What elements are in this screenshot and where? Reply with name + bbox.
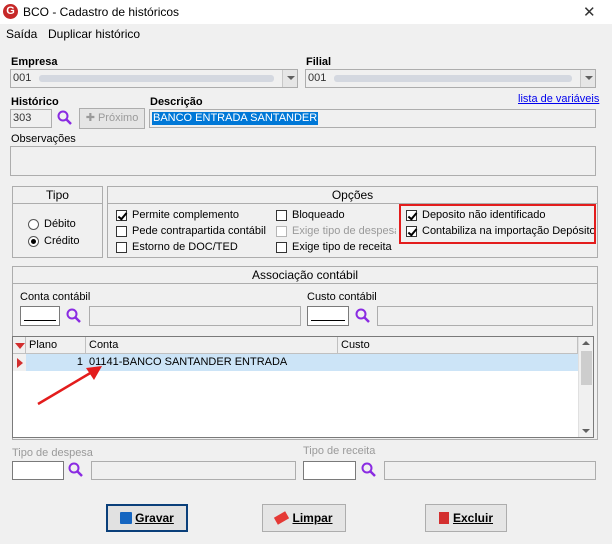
proximo-button[interactable]: ✚ Próximo — [79, 108, 145, 129]
col-custo[interactable]: Custo — [338, 337, 578, 354]
descricao-input[interactable]: BANCO ENTRADA SANTANDER — [149, 109, 596, 128]
descricao-value: BANCO ENTRADA SANTANDER — [152, 112, 319, 125]
custo-contabil-input[interactable] — [307, 306, 349, 326]
opcoes-title: Opções — [108, 187, 597, 204]
cell-conta: 01141-BANCO SANTANDER ENTRADA — [89, 356, 288, 368]
observacoes-label: Observações — [11, 133, 76, 145]
col-conta[interactable]: Conta — [86, 337, 338, 354]
filial-label: Filial — [306, 56, 332, 68]
menu-duplicar[interactable]: Duplicar histórico — [48, 27, 140, 41]
proximo-label: Próximo — [97, 112, 139, 124]
chevron-down-icon[interactable] — [282, 70, 297, 87]
tipo-receita-input[interactable] — [303, 461, 356, 480]
limpar-button[interactable]: Limpar — [262, 504, 346, 532]
checkbox-bloqueado[interactable] — [276, 210, 287, 221]
checkbox-pede-contrapartida[interactable] — [116, 226, 127, 237]
empresa-select[interactable]: 001 — [10, 69, 298, 88]
radio-credito[interactable] — [28, 236, 39, 247]
redacted-text — [334, 75, 572, 82]
row-pointer-icon — [13, 354, 26, 371]
conta-contabil-input[interactable] — [20, 306, 60, 326]
grid-header: Plano Conta Custo — [13, 337, 578, 354]
grid-scrollbar[interactable] — [578, 337, 593, 437]
window-title: BCO - Cadastro de históricos — [23, 5, 180, 19]
gravar-label: Gravar — [135, 511, 174, 525]
excluir-label: Excluir — [452, 511, 494, 525]
custo-contabil-desc — [377, 306, 593, 326]
historico-input[interactable]: 303 — [10, 109, 52, 128]
tipo-title: Tipo — [13, 187, 102, 204]
scroll-down-icon[interactable] — [582, 429, 590, 433]
plus-icon: ✚ — [85, 112, 98, 124]
checkbox-exige-tipo-receita[interactable] — [276, 242, 287, 253]
radio-debito[interactable] — [28, 219, 39, 230]
highlight-box — [399, 204, 596, 244]
custo-contabil-label: Custo contábil — [307, 291, 377, 303]
associacao-title: Associação contábil — [13, 267, 597, 284]
eraser-icon — [274, 511, 290, 525]
gravar-button[interactable]: Gravar — [106, 504, 188, 532]
filial-value: 001 — [308, 72, 327, 84]
empresa-value: 001 — [13, 72, 32, 84]
limpar-label: Limpar — [292, 511, 333, 525]
conta-contabil-desc — [89, 306, 301, 326]
checkbox-permite-complemento[interactable] — [116, 210, 127, 221]
conta-contabil-label: Conta contábil — [20, 291, 91, 303]
trash-icon — [438, 512, 449, 524]
search-icon[interactable] — [57, 110, 73, 126]
radio-credito-label: Crédito — [44, 235, 80, 247]
cell-custo — [338, 354, 578, 371]
empresa-label: Empresa — [11, 56, 58, 68]
historico-label: Histórico — [11, 96, 59, 108]
checkbox-exige-tipo-despesa[interactable] — [276, 226, 287, 237]
checkbox-bloqueado-label: Bloqueado — [292, 209, 345, 221]
lista-variaveis-link[interactable]: lista de variáveis — [518, 93, 599, 105]
scroll-up-icon[interactable] — [582, 341, 590, 345]
search-icon[interactable] — [66, 308, 82, 324]
checkbox-estorno-doc-ted-label: Estorno de DOC/TED — [132, 241, 238, 253]
filial-select[interactable]: 001 — [305, 69, 596, 88]
redacted-text — [39, 75, 274, 82]
menu-saida[interactable]: Saída — [6, 27, 37, 41]
col-plano[interactable]: Plano — [26, 337, 86, 354]
historico-value: 303 — [13, 112, 32, 124]
checkbox-permite-complemento-label: Permite complemento — [132, 209, 239, 221]
tipo-receita-label: Tipo de receita — [303, 445, 376, 457]
sort-icon[interactable] — [13, 337, 26, 354]
checkbox-exige-tipo-receita-label: Exige tipo de receita — [292, 241, 392, 253]
tipo-receita-desc — [384, 461, 596, 480]
annotation-arrow-icon — [37, 366, 102, 406]
search-icon[interactable] — [68, 462, 84, 478]
scroll-thumb[interactable] — [581, 351, 592, 385]
tipo-despesa-input[interactable] — [12, 461, 64, 480]
app-logo-icon: G — [3, 4, 18, 19]
descricao-label: Descrição — [150, 96, 203, 108]
save-icon — [120, 512, 133, 524]
checkbox-pede-contrapartida-label: Pede contrapartida contábil — [132, 225, 266, 237]
radio-debito-label: Débito — [44, 218, 76, 230]
observacoes-input[interactable] — [10, 146, 596, 176]
search-icon[interactable] — [361, 462, 377, 478]
checkbox-exige-tipo-despesa-label: Exige tipo de despesa — [292, 225, 396, 237]
close-icon[interactable]: ✕ — [583, 3, 596, 21]
tipo-despesa-desc — [91, 461, 296, 480]
excluir-button[interactable]: Excluir — [425, 504, 507, 532]
search-icon[interactable] — [355, 308, 371, 324]
tipo-despesa-label: Tipo de despesa — [12, 447, 93, 459]
chevron-down-icon[interactable] — [580, 70, 595, 87]
checkbox-estorno-doc-ted[interactable] — [116, 242, 127, 253]
